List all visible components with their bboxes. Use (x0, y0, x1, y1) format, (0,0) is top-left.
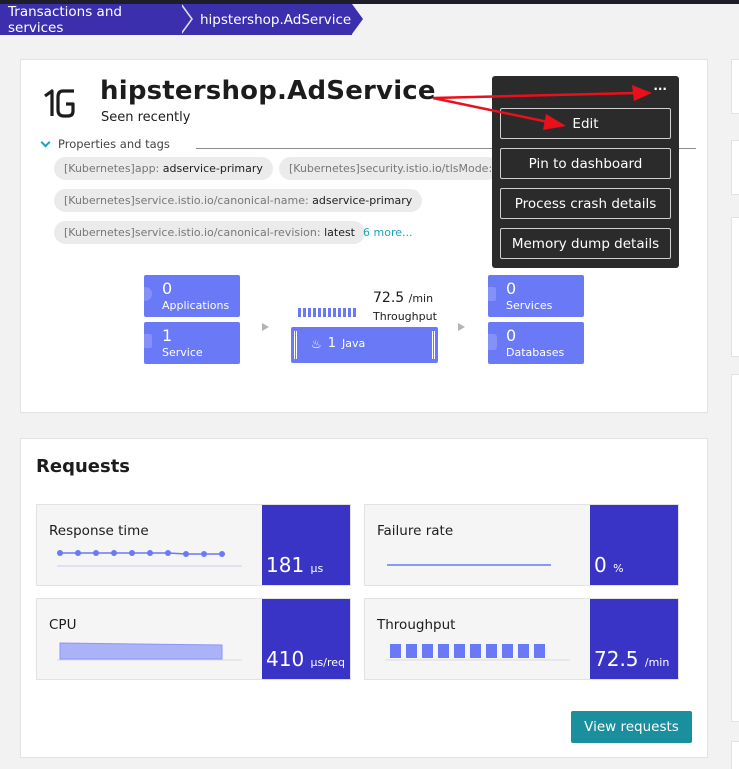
applications-label: Applications (162, 299, 230, 312)
breadcrumb-transactions-and-services[interactable]: Transactions and services (0, 3, 193, 36)
breadcrumb-label: Transactions and services (8, 3, 122, 36)
service-status: Seen recently (101, 110, 191, 125)
requests-card: Requests Response time 181 µs Failure ra… (20, 438, 708, 758)
service-count: 1 (162, 326, 173, 345)
gear-icon (488, 287, 496, 301)
tag-chip[interactable]: [Kubernetes]security.istio.io/tlsMode: (279, 157, 499, 180)
service-title: hipstershop.AdService (100, 76, 436, 106)
side-card (731, 140, 739, 195)
chevron-down-icon (40, 137, 51, 148)
metric-label: Throughput (377, 617, 456, 633)
side-card (731, 217, 739, 357)
side-card (731, 374, 739, 722)
database-icon (488, 334, 497, 350)
flow-arrow-icon (262, 323, 269, 331)
value-unit: % (613, 562, 624, 575)
breadcrumb-label: hipstershop.AdService (200, 11, 352, 28)
requests-title: Requests (36, 456, 131, 477)
metric-value: 410 µs/req (266, 647, 345, 671)
flow-arrow-icon (458, 323, 465, 331)
databases-label: Databases (506, 346, 565, 359)
tag-key: [Kubernetes]service.istio.io/canonical-n… (64, 194, 309, 207)
value-number: 0 (594, 553, 607, 577)
tag-chip[interactable]: [Kubernetes]service.istio.io/canonical-r… (54, 221, 365, 244)
response-time-tile[interactable]: Response time 181 µs (36, 504, 351, 586)
view-requests-button[interactable]: View requests (571, 711, 692, 743)
throughput-value: 72.5 /min (373, 290, 433, 306)
metric-value: 72.5 /min (594, 647, 669, 671)
databases-count: 0 (506, 326, 517, 345)
metric-value: 181 µs (266, 553, 323, 577)
metric-value-box: 181 µs (262, 505, 350, 585)
tag-key: [Kubernetes]app: (64, 162, 160, 175)
process-label: Java (342, 337, 366, 350)
side-card (731, 741, 739, 769)
process-tile[interactable]: ♨ 1 Java (291, 327, 438, 363)
context-menu: ··· Edit Pin to dashboard Process crash … (492, 76, 679, 268)
metric-label: Failure rate (377, 523, 454, 539)
metric-value-box: 72.5 /min (590, 599, 678, 679)
cpu-sparkline (57, 642, 242, 661)
memory-dump-details-button[interactable]: Memory dump details (500, 228, 671, 259)
process-info: ♨ 1 Java (311, 336, 365, 351)
throughput-sparkline (385, 644, 570, 661)
response-time-sparkline (57, 550, 242, 567)
services-label: Services (506, 299, 553, 312)
value-number: 181 (266, 553, 305, 577)
service-label: Service (162, 346, 203, 359)
gear-icon (144, 334, 152, 348)
rack-edge (432, 331, 435, 359)
breadcrumb: Transactions and services hipstershop.Ad… (0, 3, 363, 36)
process-count: 1 (327, 336, 337, 351)
properties-toggle[interactable]: Properties and tags (39, 137, 170, 151)
value-unit: µs/req (310, 656, 346, 669)
breadcrumb-current-service[interactable]: hipstershop.AdService (180, 4, 363, 35)
tag-chip[interactable]: [Kubernetes]service.istio.io/canonical-n… (54, 189, 423, 212)
applications-count: 0 (162, 279, 173, 298)
more-options-icon[interactable]: ··· (653, 82, 667, 96)
value-unit: /min (644, 656, 670, 669)
metric-value: 0 % (594, 553, 624, 577)
edit-button[interactable]: Edit (500, 108, 671, 139)
tag-value: adservice-primary (162, 162, 263, 175)
metric-label: CPU (49, 617, 77, 633)
throughput-number: 72.5 (373, 290, 405, 306)
applications-tile[interactable]: 0 Applications (144, 275, 240, 317)
cpu-tile[interactable]: CPU 410 µs/req (36, 598, 351, 680)
metric-label: Response time (49, 523, 149, 539)
rack-edge (294, 331, 297, 359)
throughput-label: Throughput (373, 310, 437, 323)
tag-chip[interactable]: [Kubernetes]app: adservice-primary (54, 157, 273, 180)
java-icon: ♨ (311, 336, 322, 351)
service-tile[interactable]: 1 Service (144, 322, 240, 364)
side-card (731, 59, 739, 114)
tag-value: adservice-primary (312, 194, 413, 207)
throughput-tile[interactable]: Throughput 72.5 /min (364, 598, 679, 680)
metric-value-box: 410 µs/req (262, 599, 350, 679)
service-icon (44, 89, 75, 118)
throughput-unit: /min (408, 292, 434, 305)
databases-tile[interactable]: 0 Databases (488, 322, 584, 364)
tag-value: latest (324, 226, 355, 239)
services-tile[interactable]: 0 Services (488, 275, 584, 317)
metric-value-box: 0 % (590, 505, 678, 585)
more-tags-link[interactable]: 6 more... (363, 226, 412, 239)
services-count: 0 (506, 279, 517, 298)
pin-to-dashboard-button[interactable]: Pin to dashboard (500, 148, 671, 179)
value-number: 410 (266, 647, 305, 671)
properties-label: Properties and tags (58, 137, 170, 151)
tag-key: [Kubernetes]service.istio.io/canonical-r… (64, 226, 321, 239)
throughput-bars (298, 308, 356, 317)
application-icon (144, 287, 152, 301)
tag-key: [Kubernetes]security.istio.io/tlsMode: (289, 162, 493, 175)
value-number: 72.5 (594, 647, 639, 671)
value-unit: µs (310, 562, 324, 575)
failure-rate-tile[interactable]: Failure rate 0 % (364, 504, 679, 586)
process-crash-details-button[interactable]: Process crash details (500, 188, 671, 219)
failure-rate-sparkline (387, 564, 551, 566)
